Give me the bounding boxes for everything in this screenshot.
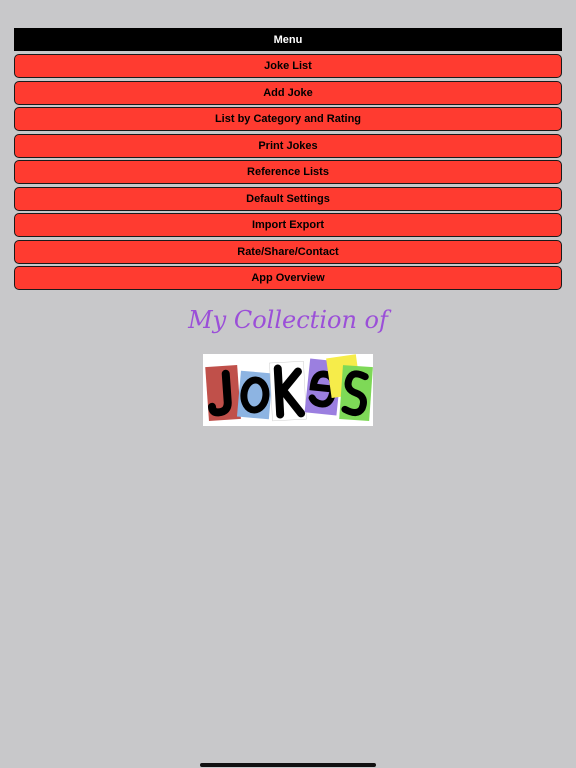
joke-list-button[interactable]: Joke List [14, 54, 562, 78]
import-export-button[interactable]: Import Export [14, 213, 562, 237]
home-indicator[interactable] [200, 763, 376, 767]
print-jokes-button[interactable]: Print Jokes [14, 133, 562, 158]
menu-header: Menu [14, 28, 562, 51]
rate-share-contact-button[interactable]: Rate/Share/Contact [14, 239, 562, 264]
default-settings-button[interactable]: Default Settings [14, 186, 562, 211]
list-by-category-button[interactable]: List by Category and Rating [14, 107, 562, 131]
app-overview-button[interactable]: App Overview [14, 266, 562, 290]
menu-list: Joke List Add Joke List by Category and … [14, 54, 562, 293]
jokes-logo-image [203, 354, 373, 426]
logo-title: My Collection of [188, 306, 388, 334]
add-joke-button[interactable]: Add Joke [14, 80, 562, 105]
reference-lists-button[interactable]: Reference Lists [14, 160, 562, 184]
